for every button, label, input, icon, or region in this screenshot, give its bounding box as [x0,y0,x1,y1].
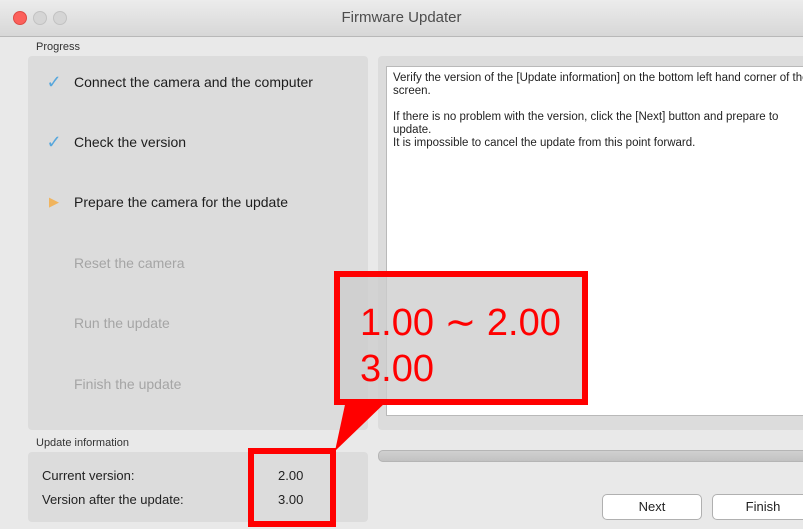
step-label: Connect the camera and the computer [74,74,313,90]
step-label: Check the version [74,134,187,150]
step-prepare: ▶ Prepare the camera for the update [28,187,368,217]
step-check-version: ✓ Check the version [28,127,368,157]
instruction-line: If there is no problem with the version,… [393,111,779,136]
version-highlight-box [248,448,336,527]
checkmark-icon: ✓ [46,132,62,152]
step-label: Reset the camera [74,255,185,271]
progress-label: Progress [36,41,81,53]
step-finish: Finish the update [28,369,368,399]
instruction-line: Verify the version of the [Update inform… [393,72,803,97]
step-label: Prepare the camera for the update [74,194,289,210]
update-progress-bar [378,450,803,462]
instruction-line: It is impossible to cancel the update fr… [393,137,696,149]
title-bar: Firmware Updater [0,0,803,37]
step-label: Finish the update [74,376,182,392]
next-button[interactable]: Next [602,494,702,520]
progress-panel: ✓ Connect the camera and the computer ✓ … [28,56,368,430]
step-connect: ✓ Connect the camera and the computer [28,67,368,97]
update-info-label: Update information [36,437,129,449]
play-arrow-icon: ▶ [49,194,59,209]
step-label: Run the update [74,315,170,331]
annotation-new-version: 3.00 [360,348,434,390]
after-version-label: Version after the update: [42,492,184,507]
step-run: Run the update [28,308,368,338]
step-reset: Reset the camera [28,248,368,278]
checkmark-icon: ✓ [46,72,62,92]
finish-button[interactable]: Finish [712,494,803,520]
window-title: Firmware Updater [341,9,462,26]
annotation-version-range: 1.00 ∼ 2.00 [360,302,561,344]
current-version-label: Current version: [42,468,135,483]
version-annotation-box: 1.00 ∼ 2.00 3.00 [334,271,588,405]
